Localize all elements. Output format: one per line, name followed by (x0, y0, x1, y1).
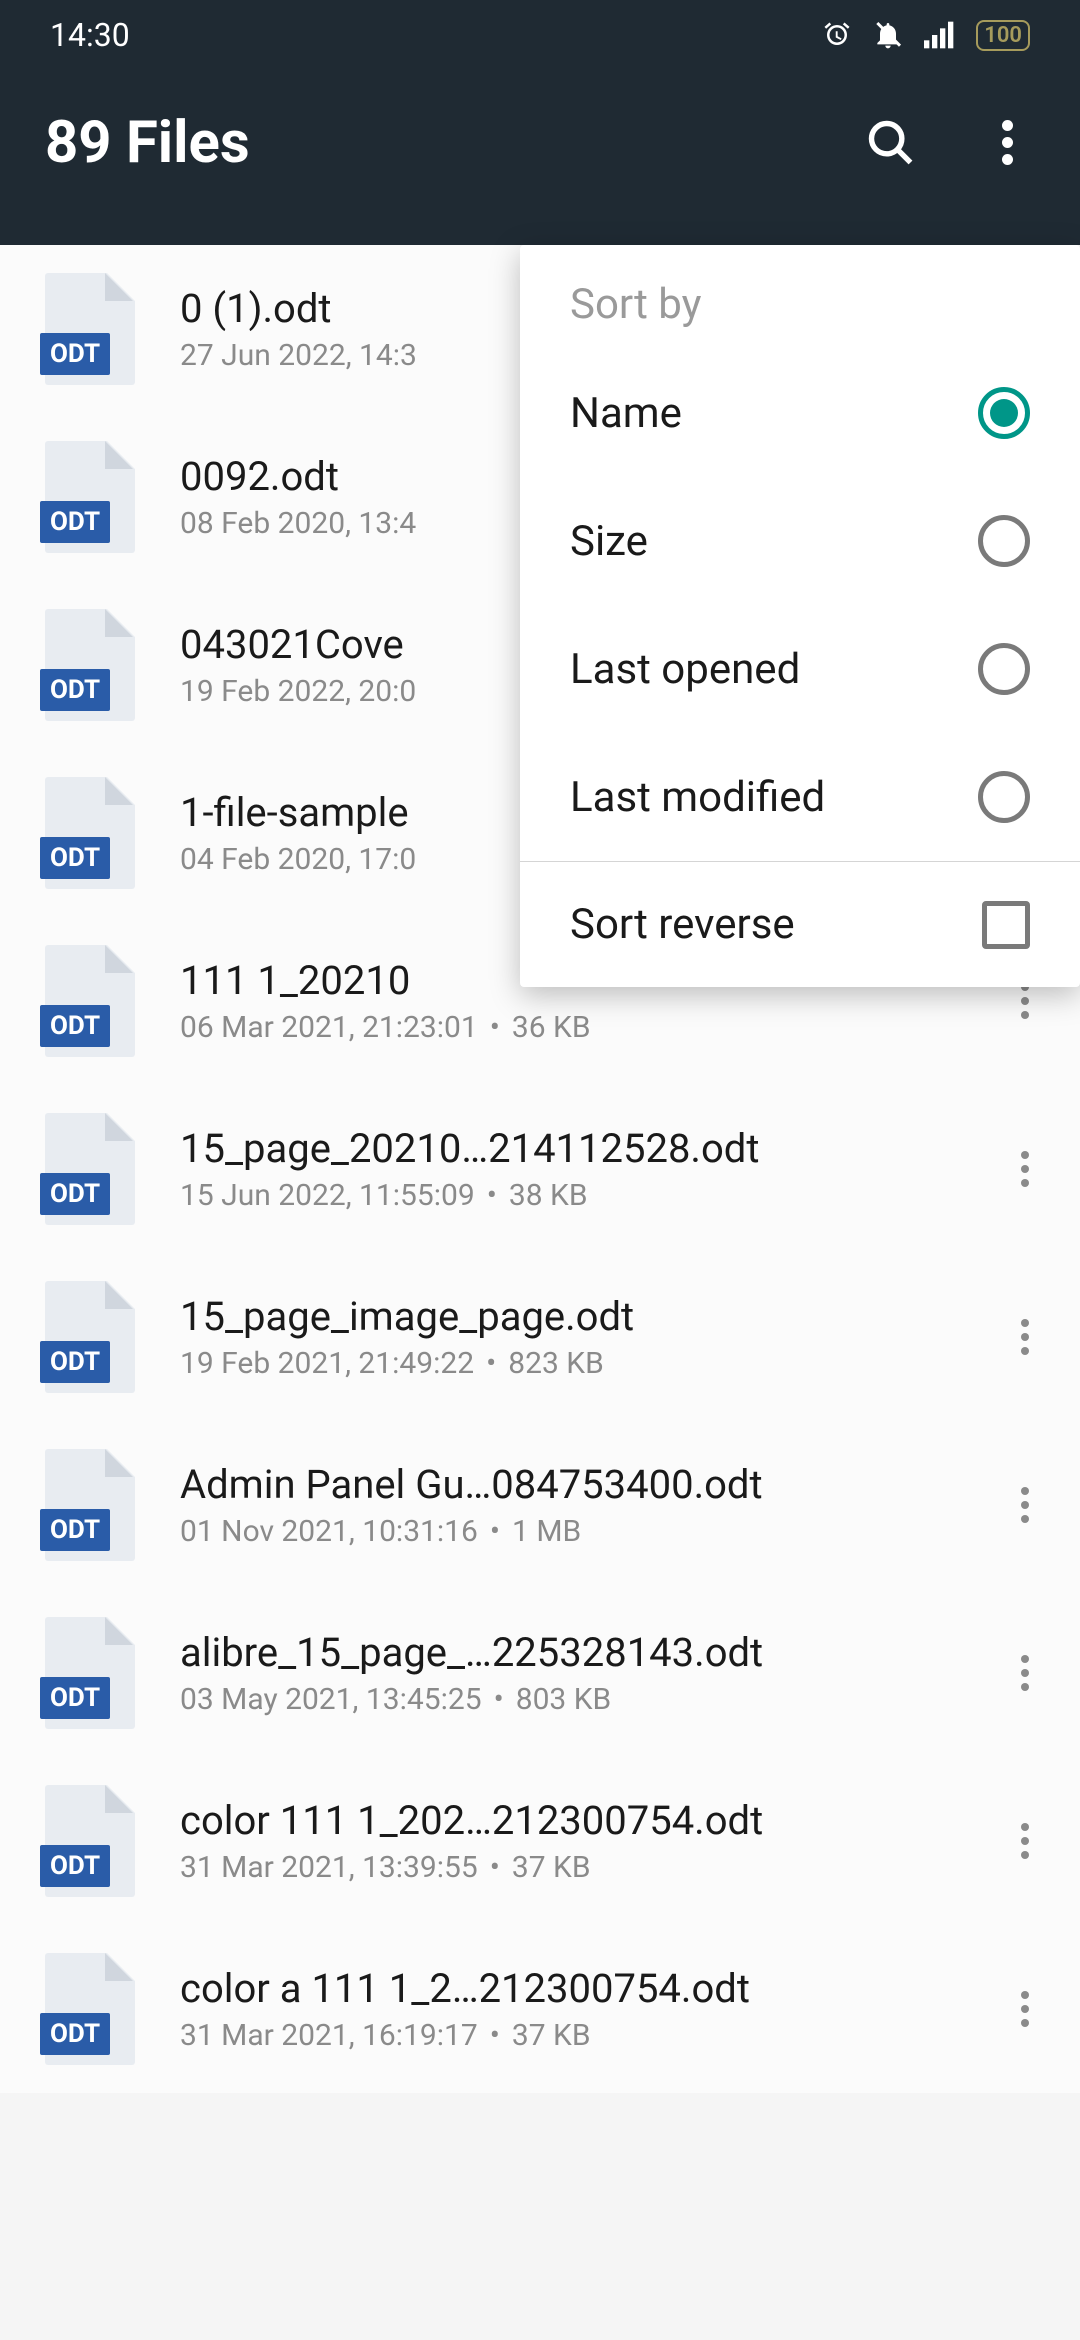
sort-option-radio[interactable] (978, 387, 1030, 439)
sort-option-label: Size (570, 517, 648, 566)
sort-option-radio[interactable] (978, 643, 1030, 695)
file-more-button[interactable] (1000, 1643, 1050, 1703)
file-type-badge: ODT (40, 1845, 110, 1887)
sort-reverse-label: Sort reverse (570, 900, 795, 949)
file-name: 15_page_image_page.odt (180, 1293, 960, 1340)
file-icon: ODT (40, 1781, 140, 1901)
file-icon: ODT (40, 1949, 140, 2069)
file-info: color a 111 1_2…212300754.odt 31 Mar 202… (180, 1965, 960, 2053)
sort-option[interactable]: Last opened (520, 605, 1080, 733)
more-vertical-icon (1021, 1487, 1029, 1523)
file-icon: ODT (40, 605, 140, 725)
sort-option[interactable]: Last modified (520, 733, 1080, 861)
file-icon: ODT (40, 1109, 140, 1229)
sort-reverse-option[interactable]: Sort reverse (520, 862, 1080, 987)
more-vertical-icon (1021, 983, 1029, 1019)
file-item[interactable]: ODT color 111 1_202…212300754.odt 31 Mar… (0, 1757, 1080, 1925)
file-type-badge: ODT (40, 837, 110, 879)
file-type-badge: ODT (40, 333, 110, 375)
sort-reverse-checkbox[interactable] (982, 901, 1030, 949)
file-info: color 111 1_202…212300754.odt 31 Mar 202… (180, 1797, 960, 1885)
vibrate-icon (872, 19, 904, 51)
file-icon: ODT (40, 1445, 140, 1565)
file-name: 15_page_20210…214112528.odt (180, 1125, 960, 1172)
file-meta: 19 Feb 2021, 21:49:22•823 KB (180, 1346, 960, 1381)
file-type-badge: ODT (40, 1677, 110, 1719)
file-meta: 01 Nov 2021, 10:31:16•1 MB (180, 1514, 960, 1549)
file-type-badge: ODT (40, 2013, 110, 2055)
file-type-badge: ODT (40, 1341, 110, 1383)
more-vertical-icon (1021, 1991, 1029, 2027)
file-icon: ODT (40, 941, 140, 1061)
sort-option[interactable]: Size (520, 477, 1080, 605)
more-button[interactable] (979, 115, 1035, 171)
file-meta: 03 May 2021, 13:45:25•803 KB (180, 1682, 960, 1717)
file-meta: 31 Mar 2021, 13:39:55•37 KB (180, 1850, 960, 1885)
sort-option-label: Last modified (570, 773, 825, 822)
file-icon: ODT (40, 773, 140, 893)
file-info: Admin Panel Gu…084753400.odt 01 Nov 2021… (180, 1461, 960, 1549)
sort-option-label: Last opened (570, 645, 800, 694)
alarm-icon (822, 20, 852, 50)
file-name: alibre_15_page_…225328143.odt (180, 1629, 960, 1676)
file-name: Admin Panel Gu…084753400.odt (180, 1461, 960, 1508)
file-meta: 31 Mar 2021, 16:19:17•37 KB (180, 2018, 960, 2053)
file-type-badge: ODT (40, 1509, 110, 1551)
sort-option-radio[interactable] (978, 515, 1030, 567)
more-vertical-icon (1021, 1319, 1029, 1355)
more-vertical-icon (1002, 120, 1013, 165)
signal-icon (924, 20, 956, 50)
status-right: 100 (822, 19, 1030, 51)
file-name: color 111 1_202…212300754.odt (180, 1797, 960, 1844)
file-item[interactable]: ODT Admin Panel Gu…084753400.odt 01 Nov … (0, 1421, 1080, 1589)
file-info: alibre_15_page_…225328143.odt 03 May 202… (180, 1629, 960, 1717)
app-bar: 89 Files (0, 70, 1080, 245)
file-type-badge: ODT (40, 669, 110, 711)
more-vertical-icon (1021, 1151, 1029, 1187)
file-item[interactable]: ODT alibre_15_page_…225328143.odt 03 May… (0, 1589, 1080, 1757)
file-meta: 06 Mar 2021, 21:23:01•36 KB (180, 1010, 960, 1045)
file-icon: ODT (40, 1277, 140, 1397)
file-item[interactable]: ODT 15_page_image_page.odt 19 Feb 2021, … (0, 1253, 1080, 1421)
file-more-button[interactable] (1000, 1139, 1050, 1199)
sort-menu: Sort by Name Size Last opened Last modif… (520, 245, 1080, 987)
file-type-badge: ODT (40, 1173, 110, 1215)
search-icon (865, 117, 917, 169)
status-bar: 14:30 100 (0, 0, 1080, 70)
more-vertical-icon (1021, 1823, 1029, 1859)
file-meta: 15 Jun 2022, 11:55:09•38 KB (180, 1178, 960, 1213)
file-item[interactable]: ODT 15_page_20210…214112528.odt 15 Jun 2… (0, 1085, 1080, 1253)
file-more-button[interactable] (1000, 1979, 1050, 2039)
page-title: 89 Files (45, 109, 250, 177)
sort-option-label: Name (570, 389, 682, 438)
file-type-badge: ODT (40, 501, 110, 543)
file-more-button[interactable] (1000, 1811, 1050, 1871)
file-icon: ODT (40, 269, 140, 389)
file-name: color a 111 1_2…212300754.odt (180, 1965, 960, 2012)
file-info: 15_page_20210…214112528.odt 15 Jun 2022,… (180, 1125, 960, 1213)
file-more-button[interactable] (1000, 1307, 1050, 1367)
file-type-badge: ODT (40, 1005, 110, 1047)
sort-menu-header: Sort by (520, 245, 1080, 349)
file-info: 15_page_image_page.odt 19 Feb 2021, 21:4… (180, 1293, 960, 1381)
sort-option[interactable]: Name (520, 349, 1080, 477)
file-item[interactable]: ODT color a 111 1_2…212300754.odt 31 Mar… (0, 1925, 1080, 2093)
file-icon: ODT (40, 437, 140, 557)
file-more-button[interactable] (1000, 1475, 1050, 1535)
sort-option-radio[interactable] (978, 771, 1030, 823)
app-actions (863, 115, 1035, 171)
more-vertical-icon (1021, 1655, 1029, 1691)
search-button[interactable] (863, 115, 919, 171)
status-time: 14:30 (50, 16, 130, 54)
battery-indicator: 100 (976, 20, 1030, 51)
file-icon: ODT (40, 1613, 140, 1733)
